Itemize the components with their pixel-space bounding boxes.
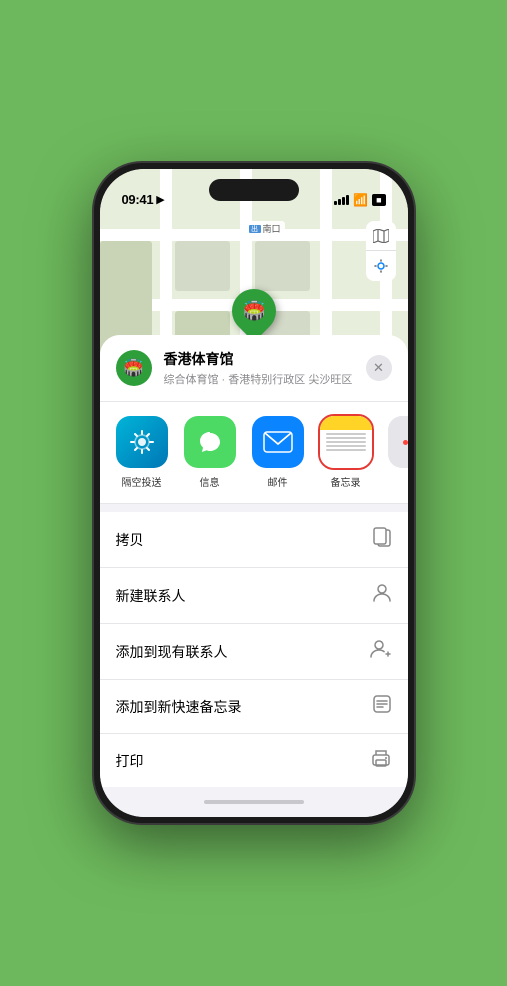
copy-icon [372,526,392,553]
venue-card-icon: 🏟️ [116,350,152,386]
signal-bars [334,195,349,205]
map-label-text: 南口 [263,222,281,235]
notes-top-bar [320,416,372,430]
home-bar [204,800,304,804]
share-airdrop[interactable]: 隔空投送 [116,416,168,489]
more-dot-red [403,440,408,445]
action-copy[interactable]: 拷贝 [100,512,408,568]
pin-inner: 🏟️ [242,301,264,322]
status-icons: 📶 ■ [334,193,385,207]
print-label: 打印 [116,751,144,771]
messages-label: 信息 [200,474,220,489]
status-time: 09:41 [122,192,154,207]
action-new-contact[interactable]: 新建联系人 [100,568,408,624]
share-notes[interactable]: 备忘录 [320,416,372,489]
map-type-button[interactable] [366,221,396,251]
mail-label: 邮件 [268,474,288,489]
venue-title: 香港体育馆 [164,349,354,369]
map-label: 出 南口 [245,221,285,236]
note-icon [372,694,392,719]
location-button[interactable] [366,251,396,281]
mail-icon [252,416,304,468]
action-add-existing[interactable]: 添加到现有联系人 [100,624,408,680]
new-contact-label: 新建联系人 [116,586,186,606]
venue-card: 🏟️ 香港体育馆 综合体育馆 · 香港特别行政区 尖沙旺区 ✕ [100,335,408,402]
notes-line-2 [326,437,366,439]
home-indicator [100,787,408,817]
signal-bar-3 [342,197,345,205]
action-copy-label: 拷贝 [116,530,144,550]
bottom-sheet: 🏟️ 香港体育馆 综合体育馆 · 香港特别行政区 尖沙旺区 ✕ [100,335,408,817]
airdrop-icon [116,416,168,468]
location-icon: ▶ [156,193,164,206]
notes-line-5 [326,449,366,451]
map-controls[interactable] [366,221,396,281]
building-1 [175,241,230,291]
notes-line-3 [326,441,366,443]
notes-icon [320,416,372,468]
battery-icon: ■ [372,194,385,206]
add-notes-label: 添加到新快速备忘录 [116,697,242,717]
share-row: 隔空投送 信息 [100,402,408,504]
messages-icon [184,416,236,468]
pin-circle: 🏟️ [222,280,284,342]
add-existing-label: 添加到现有联系人 [116,642,228,662]
notes-selected-border [320,416,372,468]
dynamic-island [209,179,299,201]
signal-bar-1 [334,201,337,205]
signal-bar-2 [338,199,341,205]
action-list: 拷贝 新建联系人 [100,512,408,787]
signal-bar-4 [346,195,349,205]
notes-label: 备忘录 [331,474,361,489]
phone-frame: 09:41 ▶ 📶 ■ [94,163,414,823]
notes-lines [320,430,372,454]
more-icon [388,416,408,468]
share-more[interactable]: 推 [388,416,408,489]
printer-icon [370,748,392,773]
close-button[interactable]: ✕ [366,355,392,381]
venue-info: 香港体育馆 综合体育馆 · 香港特别行政区 尖沙旺区 [164,349,354,387]
phone-screen: 09:41 ▶ 📶 ■ [100,169,408,817]
venue-subtitle: 综合体育馆 · 香港特别行政区 尖沙旺区 [164,371,354,387]
person-add-icon [370,638,392,665]
person-icon [372,582,392,609]
notes-line-4 [326,445,366,447]
share-messages[interactable]: 信息 [184,416,236,489]
wifi-icon: 📶 [353,193,368,207]
label-icon: 出 [249,225,261,233]
notes-line-1 [326,433,366,435]
share-mail[interactable]: 邮件 [252,416,304,489]
action-add-notes[interactable]: 添加到新快速备忘录 [100,680,408,734]
airdrop-label: 隔空投送 [122,474,162,489]
action-print[interactable]: 打印 [100,734,408,787]
building-2 [255,241,310,291]
